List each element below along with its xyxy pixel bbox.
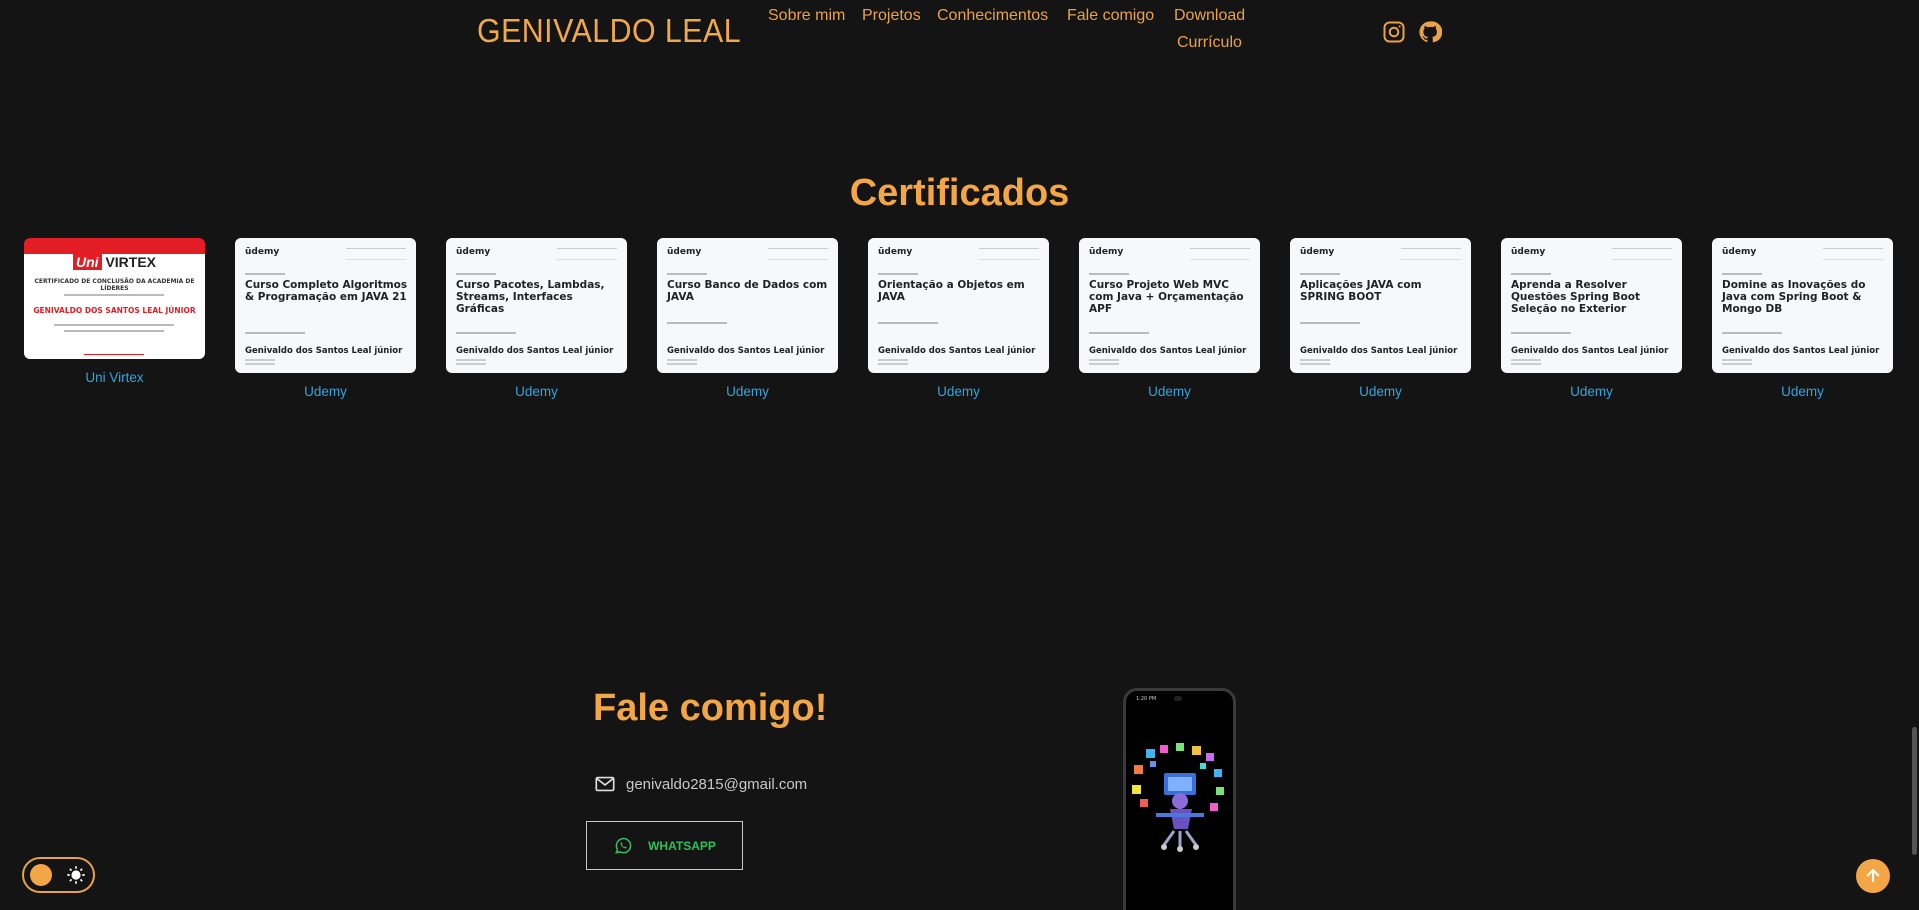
menu-item-curriculo[interactable]: Currículo xyxy=(1177,34,1242,52)
whatsapp-icon xyxy=(615,837,632,854)
phone-illustration: 1:20 PM xyxy=(1123,688,1236,910)
certificate-label[interactable]: Udemy xyxy=(235,384,416,399)
menu-item-projetos[interactable]: Projetos xyxy=(862,7,921,25)
certificate-card-univirtex[interactable]: Uni VIRTEX CERTIFICADO DE CONCLUSÃO DA A… xyxy=(24,238,205,359)
whatsapp-label: WHATSAPP xyxy=(648,838,716,853)
certificate-label[interactable]: Uni Virtex xyxy=(24,370,205,385)
certificate-holder-name: Genivaldo dos Santos Leal júnior xyxy=(1089,346,1247,356)
univirtex-logo: Uni VIRTEX xyxy=(24,254,205,270)
udemy-logo: ūdemy xyxy=(1300,247,1335,257)
menu-item-fale-comigo[interactable]: Fale comigo xyxy=(1067,7,1154,25)
menu-item-download[interactable]: Download xyxy=(1174,7,1245,25)
email-link[interactable]: genivaldo2815@gmail.com xyxy=(594,772,807,796)
udemy-logo: ūdemy xyxy=(1722,247,1757,257)
toggle-knob xyxy=(30,864,52,886)
certificate-label[interactable]: Udemy xyxy=(1079,384,1260,399)
course-title: Curso Completo Algoritmos & Programação … xyxy=(245,279,408,303)
whatsapp-button[interactable]: WHATSAPP xyxy=(586,821,743,870)
certificate-holder-name: Genivaldo dos Santos Leal júnior xyxy=(667,346,825,356)
certificate-holder-name: Genivaldo dos Santos Leal júnior xyxy=(456,346,614,356)
certificate-card-udemy[interactable]: ūdemy Orientação a Objetos em JAVA Genival… xyxy=(868,238,1049,373)
course-title: Aprenda a Resolver Questões Spring Boot … xyxy=(1511,279,1640,315)
instagram-icon[interactable] xyxy=(1382,20,1406,44)
certificate-heading: CERTIFICADO DE CONCLUSÃO DA ACADEMIA DE … xyxy=(34,278,195,292)
udemy-logo: ūdemy xyxy=(456,247,491,257)
certificate-card-udemy[interactable]: ūdemy Aprenda a Resolver Questões Spring … xyxy=(1501,238,1682,373)
udemy-logo: ūdemy xyxy=(1511,247,1546,257)
certificate-card-udemy[interactable]: ūdemy Curso Completo Algoritmos & Program… xyxy=(235,238,416,373)
udemy-logo: ūdemy xyxy=(667,247,702,257)
certificates-title: Certificados xyxy=(849,172,1070,214)
udemy-logo: ūdemy xyxy=(245,247,280,257)
developer-illustration xyxy=(1132,743,1224,852)
certificate-holder-name: Genivaldo dos Santos Leal júnior xyxy=(245,346,403,356)
mail-icon xyxy=(595,776,615,792)
udemy-logo: ūdemy xyxy=(1089,247,1124,257)
course-title: Curso Projeto Web MVC com Java + Orçamen… xyxy=(1089,279,1244,315)
course-title: Aplicações JAVA com SPRING BOOT xyxy=(1300,279,1422,303)
certificate-card-udemy[interactable]: ūdemy Curso Projeto Web MVC com Java + Or… xyxy=(1079,238,1260,373)
github-icon[interactable] xyxy=(1418,20,1443,44)
certificate-holder-name: Genivaldo dos Santos Leal júnior xyxy=(1722,346,1880,356)
certificate-holder-name: GENIVALDO DOS SANTOS LEAL JÚNIOR xyxy=(33,306,196,315)
certificate-holder-name: Genivaldo dos Santos Leal júnior xyxy=(1300,346,1458,356)
certificate-label[interactable]: Udemy xyxy=(1290,384,1471,399)
udemy-logo: ūdemy xyxy=(878,247,913,257)
menu-item-conhecimentos[interactable]: Conhecimentos xyxy=(937,7,1048,25)
arrow-up-icon xyxy=(1866,868,1880,882)
navbar: GENIVALDO LEAL Sobre mim Projetos Conhec… xyxy=(0,0,1919,70)
sun-icon xyxy=(67,866,85,884)
course-title: Orientação a Objetos em JAVA xyxy=(878,279,1025,303)
certificate-card-udemy[interactable]: ūdemy Domine as Inovações do Java com Spr… xyxy=(1712,238,1893,373)
signature-line xyxy=(84,354,144,355)
certificate-card-udemy[interactable]: ūdemy Aplicações JAVA com SPRING BOOT Geni… xyxy=(1290,238,1471,373)
certificate-holder-name: Genivaldo dos Santos Leal júnior xyxy=(1511,346,1669,356)
course-title: Curso Pacotes, Lambdas, Streams, Interfa… xyxy=(456,279,605,315)
menu-item-sobre-mim[interactable]: Sobre mim xyxy=(768,7,845,25)
certificate-label[interactable]: Udemy xyxy=(868,384,1049,399)
contact-title: Fale comigo! xyxy=(593,687,828,729)
certificate-card-udemy[interactable]: ūdemy Curso Banco de Dados com JAVA Geniva… xyxy=(657,238,838,373)
theme-toggle[interactable] xyxy=(22,857,95,893)
page-scrollbar[interactable] xyxy=(1912,727,1917,855)
brand-logo[interactable]: GENIVALDO LEAL xyxy=(477,12,741,50)
course-title: Curso Banco de Dados com JAVA xyxy=(667,279,828,303)
course-title: Domine as Inovações do Java com Spring B… xyxy=(1722,279,1866,315)
certificate-label[interactable]: Udemy xyxy=(1501,384,1682,399)
certificate-holder-name: Genivaldo dos Santos Leal júnior xyxy=(878,346,1036,356)
certificate-label[interactable]: Udemy xyxy=(446,384,627,399)
scroll-to-top-button[interactable] xyxy=(1856,859,1890,893)
certificate-label[interactable]: Udemy xyxy=(1712,384,1893,399)
certificate-label[interactable]: Udemy xyxy=(657,384,838,399)
email-address: genivaldo2815@gmail.com xyxy=(626,775,808,793)
certificate-card-udemy[interactable]: ūdemy Curso Pacotes, Lambdas, Streams, In… xyxy=(446,238,627,373)
